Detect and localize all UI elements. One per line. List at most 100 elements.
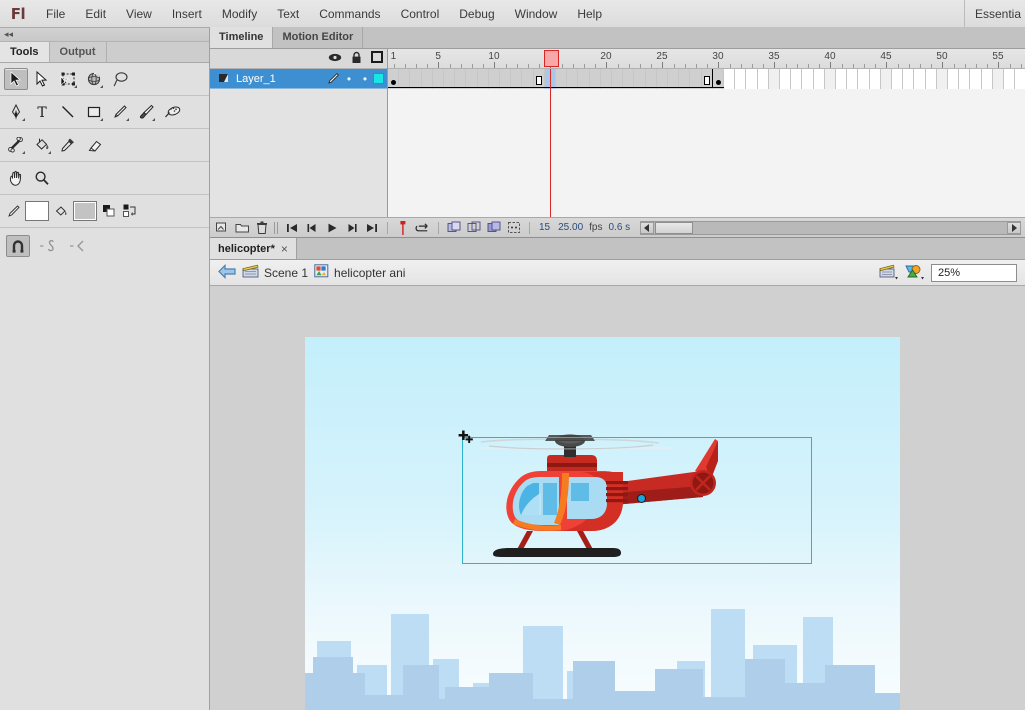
edit-symbols-icon[interactable] — [904, 263, 926, 283]
menu-edit[interactable]: Edit — [75, 0, 116, 28]
zoom-level-input[interactable]: 25% — [931, 264, 1017, 282]
frame-cell[interactable] — [993, 69, 1004, 89]
trash-icon[interactable] — [254, 220, 270, 236]
canvas-area[interactable]: ✚ ✚ — [210, 286, 1025, 710]
workspace-switcher[interactable]: Essentia — [964, 0, 1025, 28]
menu-text[interactable]: Text — [267, 0, 309, 28]
menu-view[interactable]: View — [116, 0, 162, 28]
center-frame-icon[interactable] — [395, 220, 411, 236]
eraser-tool[interactable] — [82, 134, 106, 156]
pen-tool[interactable] — [4, 101, 28, 123]
menu-file[interactable]: File — [36, 0, 75, 28]
pencil-tool[interactable] — [108, 101, 132, 123]
stroke-color-swatch[interactable] — [25, 201, 49, 221]
frame-cell[interactable] — [623, 69, 634, 89]
frame-cell[interactable] — [858, 69, 869, 89]
layer-outline-color-swatch[interactable] — [373, 73, 384, 84]
frame-cell[interactable] — [847, 69, 858, 89]
frame-cell[interactable] — [556, 69, 567, 89]
go-to-last-icon[interactable] — [364, 220, 380, 236]
playhead-marker[interactable] — [544, 50, 559, 67]
pencil-edit-icon[interactable] — [325, 72, 341, 85]
frame-cell[interactable] — [870, 69, 881, 89]
line-tool[interactable] — [56, 101, 80, 123]
panel-collapse-button[interactable]: ◂◂ — [0, 28, 209, 42]
frame-cell[interactable] — [410, 69, 421, 89]
close-icon[interactable]: × — [281, 242, 288, 256]
new-folder-icon[interactable] — [234, 220, 250, 236]
frame-cell[interactable] — [422, 69, 433, 89]
new-layer-icon[interactable] — [214, 220, 230, 236]
frame-ruler[interactable]: 1510152025303540455055606570758 — [388, 49, 1025, 69]
tab-timeline[interactable]: Timeline — [210, 27, 273, 48]
layer-row-layer-1[interactable]: Layer_1 • • — [210, 69, 387, 89]
frame-span-end-marker[interactable] — [704, 76, 710, 85]
frame-cell[interactable] — [713, 69, 724, 89]
lock-icon[interactable] — [351, 51, 362, 67]
back-arrow-icon[interactable] — [218, 264, 236, 282]
frame-cell[interactable] — [1015, 69, 1025, 89]
smooth-button[interactable] — [36, 235, 60, 257]
frame-cell[interactable] — [914, 69, 925, 89]
frame-cell[interactable] — [881, 69, 892, 89]
frame-cell[interactable] — [814, 69, 825, 89]
frame-cell[interactable] — [959, 69, 970, 89]
frame-cell[interactable] — [522, 69, 533, 89]
onion-outlines-icon[interactable] — [466, 220, 482, 236]
frames-strip[interactable] — [388, 69, 1025, 217]
bone-tool[interactable] — [4, 134, 28, 156]
rectangle-tool[interactable] — [82, 101, 106, 123]
subselection-tool[interactable] — [30, 68, 54, 90]
frame-rate-value[interactable]: 25.00 — [556, 222, 585, 233]
layer-lock-toggle[interactable]: • — [357, 74, 373, 84]
frame-cell[interactable] — [746, 69, 757, 89]
frame-cell[interactable] — [825, 69, 836, 89]
frame-cell[interactable] — [948, 69, 959, 89]
frame-cell[interactable] — [735, 69, 746, 89]
frame-cell[interactable] — [668, 69, 679, 89]
eyedropper-tool[interactable] — [56, 134, 80, 156]
frame-cell[interactable] — [388, 69, 399, 89]
scroll-right-arrow-icon[interactable] — [1007, 222, 1021, 234]
timeline-horizontal-scrollbar[interactable] — [640, 221, 1021, 235]
menu-modify[interactable]: Modify — [212, 0, 267, 28]
stage[interactable]: ✚ ✚ — [305, 337, 900, 710]
3d-rotation-tool[interactable] — [82, 68, 106, 90]
text-tool[interactable]: T — [30, 101, 54, 123]
frame-cell[interactable] — [926, 69, 937, 89]
frame-cell[interactable] — [903, 69, 914, 89]
scrollbar-thumb[interactable] — [655, 222, 693, 234]
edit-multiple-frames-icon[interactable] — [486, 220, 502, 236]
frame-cell[interactable] — [836, 69, 847, 89]
frame-cell[interactable] — [769, 69, 780, 89]
hand-tool[interactable] — [4, 167, 28, 189]
lasso-tool[interactable] — [108, 68, 132, 90]
layer-visibility-toggle[interactable]: • — [341, 74, 357, 84]
frame-cell[interactable] — [892, 69, 903, 89]
frame-span-end-marker[interactable] — [536, 76, 542, 85]
frame-cell[interactable] — [780, 69, 791, 89]
frame-cell[interactable] — [590, 69, 601, 89]
menu-window[interactable]: Window — [505, 0, 568, 28]
tab-motion-editor[interactable]: Motion Editor — [273, 27, 363, 48]
frame-cell[interactable] — [511, 69, 522, 89]
scroll-left-arrow-icon[interactable] — [640, 222, 654, 234]
modify-onion-markers-icon[interactable] — [506, 220, 522, 236]
frame-cell[interactable] — [982, 69, 993, 89]
frame-cell[interactable] — [634, 69, 645, 89]
breadcrumb-scene[interactable]: Scene 1 — [242, 264, 308, 281]
zoom-tool[interactable] — [30, 167, 54, 189]
outline-square-icon[interactable] — [371, 51, 383, 66]
registration-point-icon[interactable] — [637, 494, 646, 503]
brush-tool[interactable] — [134, 101, 158, 123]
straighten-button[interactable] — [66, 235, 90, 257]
loop-icon[interactable] — [415, 220, 431, 236]
frame-cell[interactable] — [444, 69, 455, 89]
frame-cell[interactable] — [802, 69, 813, 89]
frame-cell[interactable] — [567, 69, 578, 89]
frame-cell[interactable] — [1004, 69, 1015, 89]
frame-cell[interactable] — [758, 69, 769, 89]
swap-colors-icon[interactable] — [121, 202, 139, 220]
frame-cell[interactable] — [478, 69, 489, 89]
tab-output[interactable]: Output — [50, 42, 107, 62]
